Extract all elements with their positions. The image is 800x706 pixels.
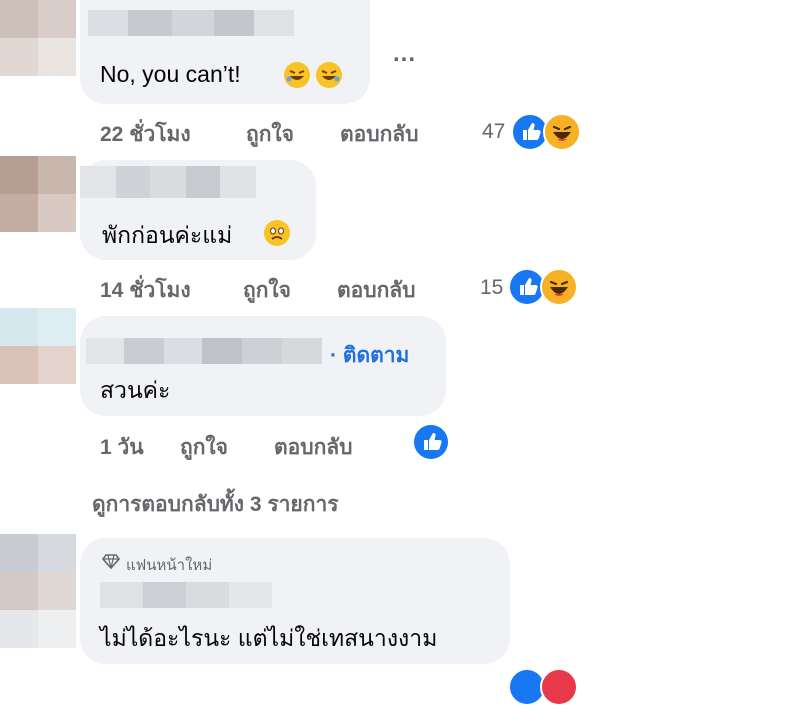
reply-button[interactable]: ตอบกลับ [337,274,416,307]
comment-text: พักก่อนค่ะแม่ [102,222,233,248]
rolling-on-floor-laughing-emoji [284,62,310,88]
comment-text: ไม่ได้อะไรนะ แต่ไม่ใช่เทสนางงาม [100,625,438,651]
commenter-name-blurred[interactable] [88,10,294,36]
commenter-name-blurred[interactable] [86,338,322,364]
view-replies-link[interactable]: ดูการตอบกลับทั้ง 3 รายการ [92,488,339,521]
avatar[interactable] [0,308,76,384]
like-reaction-icon[interactable] [412,423,450,461]
commenter-name-blurred[interactable] [100,582,272,608]
commenter-name-blurred[interactable] [80,166,256,198]
follow-link[interactable]: · ติดตาม [330,339,409,372]
reply-button[interactable]: ตอบกลับ [274,431,353,464]
avatar[interactable] [0,534,76,610]
reply-button[interactable]: ตอบกลับ [340,118,419,151]
avatar[interactable] [0,610,76,670]
face-holding-back-tears-emoji [264,220,290,246]
comment-text: No, you can’t! [100,61,241,87]
comment-timestamp[interactable]: 1 วัน [100,431,144,464]
avatar[interactable] [0,156,76,232]
reaction-count[interactable]: 47 [482,120,505,144]
more-options-button[interactable]: ... [393,40,416,68]
like-button[interactable]: ถูกใจ [180,431,228,464]
comment-timestamp[interactable]: 14 ชั่วโมง [100,274,191,307]
rolling-on-floor-laughing-emoji [316,62,342,88]
comment-timestamp[interactable]: 22 ชั่วโมง [100,118,191,151]
like-button[interactable]: ถูกใจ [243,274,291,307]
haha-reaction-icon[interactable] [540,268,578,306]
like-button[interactable]: ถูกใจ [246,118,294,151]
haha-reaction-icon[interactable] [540,668,578,706]
avatar[interactable] [0,0,76,80]
comment-text: สวนค่ะ [100,377,171,403]
diamond-icon [101,552,121,570]
new-fan-badge: แฟนหน้าใหม่ [126,557,213,574]
haha-reaction-icon[interactable] [543,113,581,151]
reaction-count[interactable]: 15 [480,276,503,300]
